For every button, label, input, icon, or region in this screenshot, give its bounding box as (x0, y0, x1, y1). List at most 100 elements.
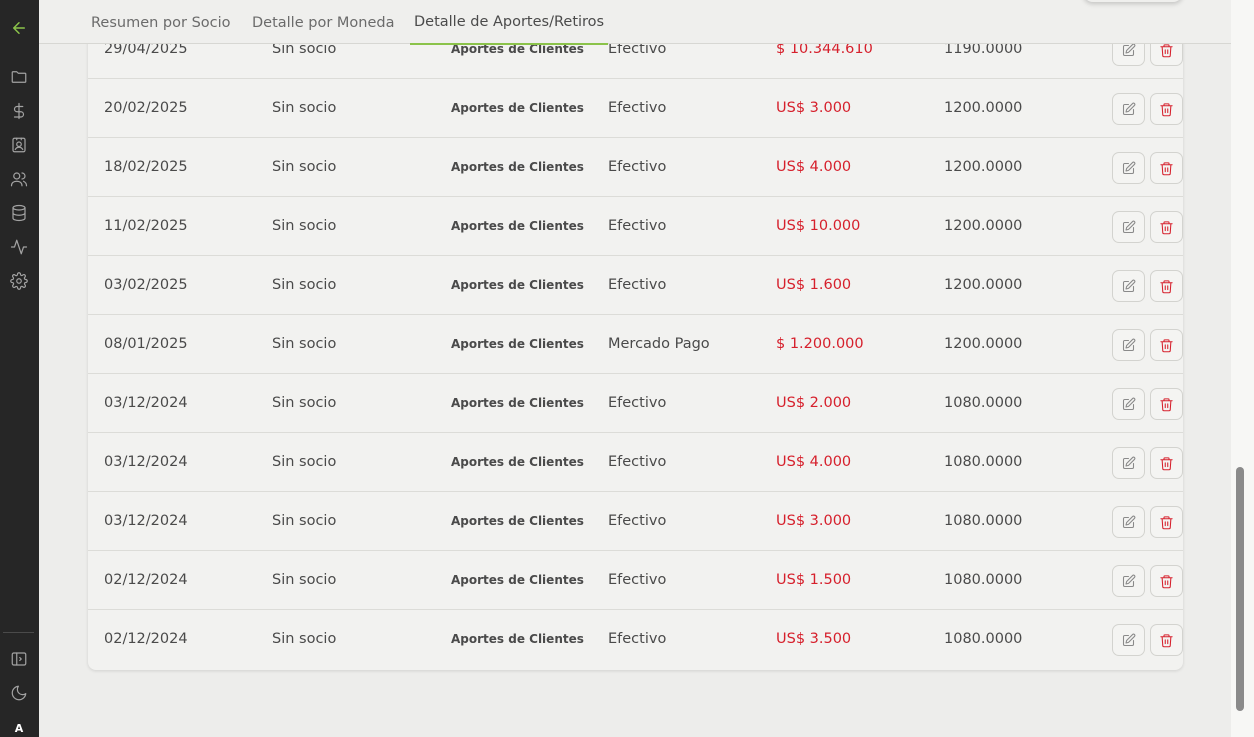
cell-tipo: Aportes de Clientes (451, 455, 584, 469)
cell-fecha: 03/12/2024 (104, 395, 188, 411)
trash-icon (1160, 220, 1173, 234)
cell-socio: Sin socio (272, 218, 337, 234)
edit-icon (1122, 220, 1136, 233)
table-row: 18/02/2025 Sin socio Aportes de Clientes Ef… (88, 138, 1183, 197)
delete-button[interactable] (1150, 506, 1183, 538)
cell-fecha: 18/02/2025 (104, 159, 188, 175)
back-arrow-icon[interactable] (9, 18, 29, 38)
cell-medio: Mercado Pago (608, 336, 710, 352)
cell-socio: Sin socio (272, 572, 337, 588)
floating-action-button[interactable] (1083, 0, 1183, 2)
edit-icon (1122, 338, 1136, 351)
activity-icon[interactable] (9, 237, 29, 257)
delete-button[interactable] (1150, 211, 1183, 243)
cell-fecha: 08/01/2025 (104, 336, 188, 352)
edit-icon (1122, 515, 1136, 528)
edit-button[interactable] (1112, 152, 1145, 184)
tab-resumen-por-socio[interactable]: Resumen por Socio (91, 0, 231, 44)
cell-medio: Efectivo (608, 631, 667, 647)
tab-detalle-por-moneda[interactable]: Detalle por Moneda (252, 0, 394, 44)
cell-tipo: Aportes de Clientes (451, 514, 584, 528)
cell-medio: Efectivo (608, 100, 667, 116)
cell-monto: US$ 2.000 (776, 395, 852, 411)
edit-button[interactable] (1112, 93, 1145, 125)
contact-book-icon[interactable] (9, 135, 29, 155)
edit-button[interactable] (1112, 270, 1145, 302)
cell-fecha: 03/12/2024 (104, 513, 188, 529)
cell-fecha: 03/02/2025 (104, 277, 188, 293)
trash-icon (1160, 43, 1173, 57)
edit-button[interactable] (1112, 565, 1145, 597)
delete-button[interactable] (1150, 388, 1183, 420)
edit-button[interactable] (1112, 624, 1145, 656)
cell-cotizacion: 1200.0000 (944, 159, 1023, 175)
users-icon[interactable] (9, 169, 29, 189)
cell-cotizacion: 1200.0000 (944, 277, 1023, 293)
cell-medio: Efectivo (608, 218, 667, 234)
sidebar-divider (3, 632, 34, 633)
dollar-icon[interactable] (9, 101, 29, 121)
edit-button[interactable] (1112, 447, 1145, 479)
delete-button[interactable] (1150, 152, 1183, 184)
cell-tipo: Aportes de Clientes (451, 219, 584, 233)
cell-tipo: Aportes de Clientes (451, 278, 584, 292)
cell-medio: Efectivo (608, 395, 667, 411)
edit-icon (1122, 456, 1136, 469)
edit-button[interactable] (1112, 211, 1145, 243)
table-row: 11/02/2025 Sin socio Aportes de Clientes Ef… (88, 197, 1183, 256)
edit-icon (1122, 279, 1136, 292)
cell-socio: Sin socio (272, 454, 337, 470)
cell-cotizacion: 1080.0000 (944, 631, 1023, 647)
cell-cotizacion: 1200.0000 (944, 218, 1023, 234)
cell-socio: Sin socio (272, 336, 337, 352)
cell-tipo: Aportes de Clientes (451, 632, 584, 646)
scrollbar-thumb[interactable] (1236, 467, 1244, 711)
cell-tipo: Aportes de Clientes (451, 160, 584, 174)
gear-icon[interactable] (9, 271, 29, 291)
cell-monto: US$ 10.000 (776, 218, 861, 234)
trash-icon (1160, 397, 1173, 411)
cell-monto: US$ 4.000 (776, 454, 852, 470)
edit-button[interactable] (1112, 506, 1145, 538)
table-row: 03/02/2025 Sin socio Aportes de Clientes Ef… (88, 256, 1183, 315)
cell-tipo: Aportes de Clientes (451, 396, 584, 410)
delete-button[interactable] (1150, 624, 1183, 656)
folder-icon[interactable] (9, 67, 29, 87)
cell-fecha: 11/02/2025 (104, 218, 188, 234)
delete-button[interactable] (1150, 270, 1183, 302)
edit-button[interactable] (1112, 388, 1145, 420)
edit-icon (1122, 633, 1136, 646)
cell-medio: Efectivo (608, 513, 667, 529)
delete-button[interactable] (1150, 329, 1183, 361)
cell-cotizacion: 1200.0000 (944, 100, 1023, 116)
moon-icon[interactable] (9, 683, 29, 703)
cell-socio: Sin socio (272, 395, 337, 411)
trash-icon (1160, 515, 1173, 529)
cell-fecha: 20/02/2025 (104, 100, 188, 116)
trash-icon (1160, 161, 1173, 175)
delete-button[interactable] (1150, 565, 1183, 597)
cell-socio: Sin socio (272, 513, 337, 529)
cell-cotizacion: 1080.0000 (944, 572, 1023, 588)
trash-icon (1160, 338, 1173, 352)
delete-button[interactable] (1150, 447, 1183, 479)
cell-tipo: Aportes de Clientes (451, 101, 584, 115)
sidebar: A (0, 0, 39, 737)
delete-button[interactable] (1150, 93, 1183, 125)
edit-icon (1122, 574, 1136, 587)
cell-monto: US$ 3.000 (776, 100, 852, 116)
cell-monto: US$ 1.500 (776, 572, 852, 588)
cell-cotizacion: 1200.0000 (944, 336, 1023, 352)
avatar[interactable]: A (9, 720, 29, 737)
edit-button[interactable] (1112, 329, 1145, 361)
database-icon[interactable] (9, 203, 29, 223)
tab-detalle-aportes-retiros[interactable]: Detalle de Aportes/Retiros (409, 0, 609, 45)
edit-icon (1122, 43, 1136, 56)
trash-icon (1160, 574, 1173, 588)
cell-fecha: 03/12/2024 (104, 454, 188, 470)
sidebar-toggle-icon[interactable] (9, 649, 29, 669)
transactions-table: 29/04/2025 Sin socio Aportes de Clientes Ef… (88, 20, 1183, 670)
trash-icon (1160, 102, 1173, 116)
cell-fecha: 02/12/2024 (104, 572, 188, 588)
edit-icon (1122, 397, 1136, 410)
